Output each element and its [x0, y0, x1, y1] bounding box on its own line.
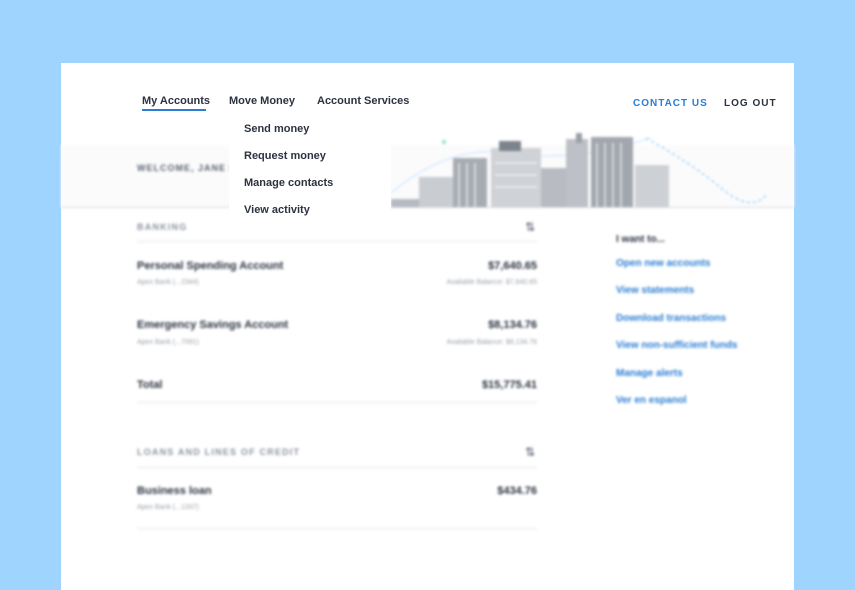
- total-label: Total: [137, 379, 163, 391]
- dropdown-item-view-activity[interactable]: View activity: [244, 204, 310, 216]
- sort-icon[interactable]: ⇅: [525, 220, 535, 234]
- divider: [137, 241, 537, 242]
- dropdown-item-manage-contacts[interactable]: Manage contacts: [244, 177, 333, 189]
- link-manage-alerts[interactable]: Manage alerts: [616, 368, 683, 379]
- city-skyline-illustration: [391, 133, 766, 207]
- dropdown-item-request-money[interactable]: Request money: [244, 150, 326, 162]
- loan-amount: $434.76: [497, 485, 537, 497]
- quick-links-title: I want to...: [616, 234, 665, 245]
- link-open-new-accounts[interactable]: Open new accounts: [616, 258, 710, 269]
- loan-name[interactable]: Business loan: [137, 485, 212, 497]
- account-name[interactable]: Emergency Savings Account: [137, 319, 288, 331]
- account-name[interactable]: Personal Spending Account: [137, 260, 283, 272]
- available-balance: Available Balance: $8,134.76: [446, 339, 537, 346]
- divider: [137, 467, 537, 468]
- divider: [137, 402, 537, 403]
- divider: [137, 528, 537, 529]
- move-money-dropdown: Send money Request money Manage contacts…: [229, 114, 391, 221]
- page-content: WELCOME, JANE I BANKING ⇅ Personal Spend…: [61, 63, 794, 590]
- available-balance: Available Balance: $7,640.65: [446, 279, 537, 286]
- total-amount: $15,775.41: [481, 379, 537, 391]
- welcome-text: WELCOME, JANE I: [137, 163, 234, 173]
- account-balance: $8,134.76: [488, 319, 537, 331]
- dashboard-card: My Accounts Move Money Account Services …: [61, 63, 794, 590]
- dropdown-item-send-money[interactable]: Send money: [244, 123, 309, 135]
- account-balance: $7,640.65: [488, 260, 537, 272]
- link-view-statements[interactable]: View statements: [616, 285, 694, 296]
- link-download-transactions[interactable]: Download transactions: [616, 313, 726, 324]
- link-view-nsf[interactable]: View non-sufficient funds: [616, 340, 737, 351]
- loan-bank: Apex Bank (...1337): [137, 504, 199, 511]
- sort-icon[interactable]: ⇅: [525, 445, 535, 459]
- banking-section-title: BANKING: [137, 222, 188, 232]
- link-ver-en-espanol[interactable]: Ver en espanol: [616, 395, 687, 406]
- loans-section-title: LOANS AND LINES OF CREDIT: [137, 447, 301, 457]
- account-bank: Apex Bank (...7091): [137, 339, 199, 346]
- account-bank: Apex Bank (...2344): [137, 279, 199, 286]
